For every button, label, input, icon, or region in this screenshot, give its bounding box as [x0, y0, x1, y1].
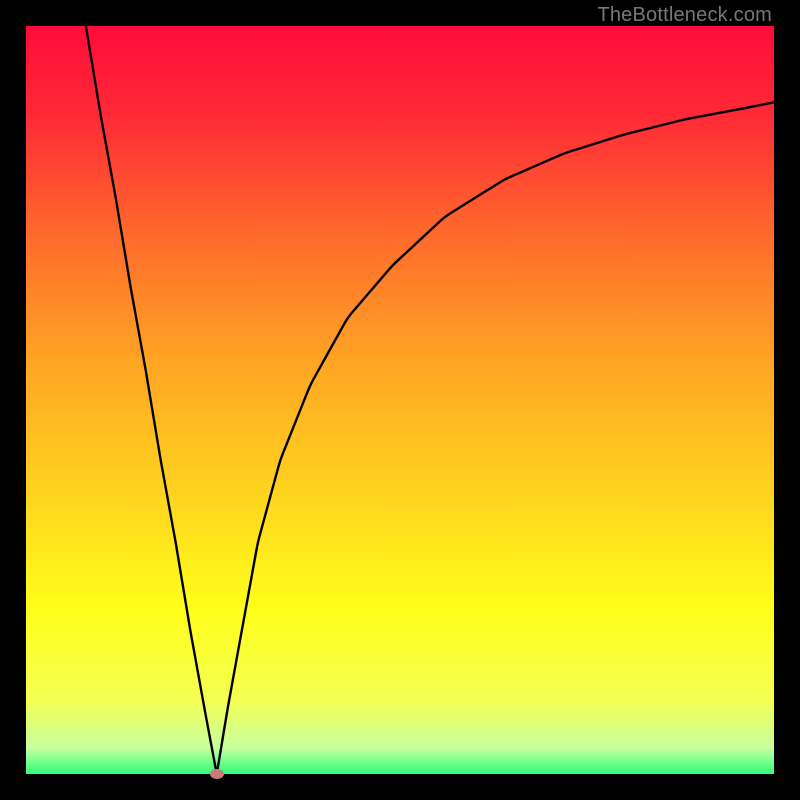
chart-frame [26, 26, 774, 774]
vertex-marker [210, 769, 224, 779]
chart-svg [26, 26, 774, 774]
chart-background [26, 26, 774, 774]
watermark-text: TheBottleneck.com [597, 4, 772, 27]
